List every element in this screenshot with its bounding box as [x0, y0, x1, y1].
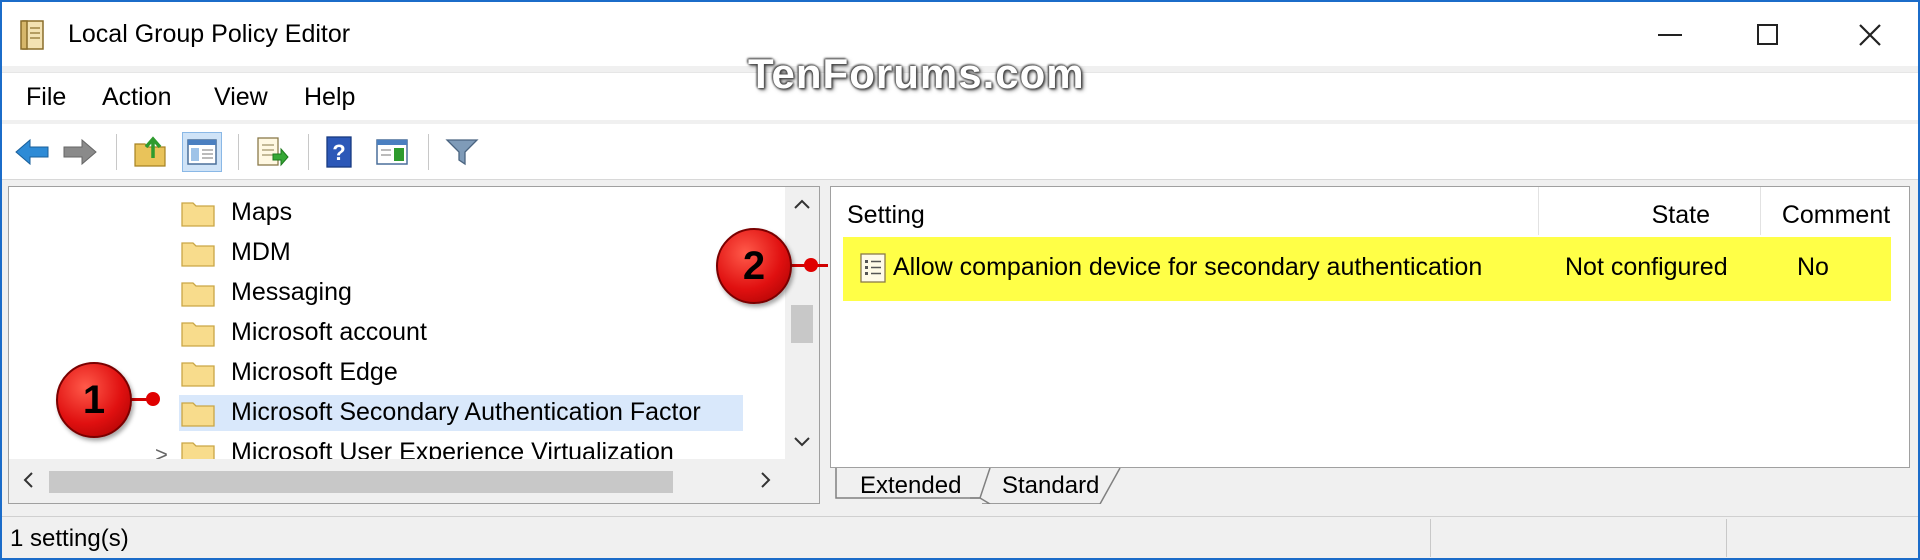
- column-header-comment[interactable]: Comment: [1761, 187, 1911, 235]
- properties-icon: [376, 139, 408, 165]
- scroll-left-icon[interactable]: [13, 465, 43, 495]
- show-hide-tree-button[interactable]: [182, 132, 222, 172]
- tab-extended[interactable]: Extended: [846, 468, 975, 504]
- help-button[interactable]: ?: [320, 132, 360, 172]
- column-header-setting[interactable]: Setting: [831, 187, 1539, 235]
- properties-button[interactable]: [372, 132, 412, 172]
- back-button[interactable]: [12, 132, 52, 172]
- scroll-down-icon[interactable]: [785, 427, 819, 457]
- folder-icon: [181, 362, 215, 387]
- scroll-right-icon[interactable]: [751, 465, 781, 495]
- close-button[interactable]: [1840, 10, 1900, 60]
- folder-icon: [181, 282, 215, 307]
- vertical-scroll-thumb[interactable]: [791, 305, 813, 343]
- tree-item-label: Maps: [231, 198, 293, 226]
- horizontal-scroll-thumb[interactable]: [49, 471, 673, 493]
- up-one-level-button[interactable]: [130, 132, 170, 172]
- setting-row[interactable]: Allow companion device for secondary aut…: [843, 237, 1891, 301]
- maximize-icon: [1757, 24, 1778, 45]
- tree-item-label: Microsoft account: [231, 318, 427, 346]
- tree-item-label: Microsoft Edge: [231, 358, 398, 386]
- menu-file[interactable]: File: [26, 83, 66, 112]
- minimize-icon: [1658, 34, 1682, 36]
- forward-button[interactable]: [60, 132, 100, 172]
- tree-item-label: MDM: [231, 238, 291, 266]
- callout-2-dot: [804, 258, 818, 272]
- status-text: 1 setting(s): [10, 525, 129, 552]
- callout-1: 1: [56, 362, 132, 438]
- tree-item-label: Messaging: [231, 278, 352, 306]
- export-list-icon: [257, 137, 289, 167]
- setting-state: Not configured: [1565, 253, 1728, 281]
- menu-help[interactable]: Help: [304, 83, 355, 112]
- menu-view[interactable]: View: [214, 83, 268, 112]
- setting-name: Allow companion device for secondary aut…: [893, 253, 1483, 281]
- tree-pane[interactable]: Maps MDM Messaging Microsoft account Mic…: [8, 186, 820, 504]
- close-icon: [1859, 24, 1881, 46]
- window-title: Local Group Policy Editor: [68, 20, 351, 48]
- watermark: TenForums.com: [748, 50, 1085, 97]
- tree-horizontal-scrollbar[interactable]: [9, 459, 785, 503]
- folder-icon: [181, 322, 215, 347]
- group-policy-app-icon: [20, 20, 44, 50]
- callout-2: 2: [716, 228, 792, 304]
- export-list-button[interactable]: [252, 132, 292, 172]
- tree-item-messaging[interactable]: Messaging: [9, 273, 789, 313]
- maximize-button[interactable]: [1738, 10, 1798, 60]
- view-tabs: Extended Standard: [830, 468, 1910, 504]
- minimize-button[interactable]: [1642, 10, 1702, 60]
- show-hide-tree-icon: [187, 139, 217, 165]
- tree-vertical-scrollbar[interactable]: [785, 187, 819, 459]
- callout-1-dot: [146, 392, 160, 406]
- setting-comment: No: [1797, 253, 1829, 281]
- folder-icon: [181, 202, 215, 227]
- main-window: Local Group Policy Editor TenForums.com …: [0, 0, 1920, 560]
- tree-item-maps[interactable]: Maps: [9, 193, 789, 233]
- tree-item-microsoft-account[interactable]: Microsoft account: [9, 313, 789, 353]
- menu-action[interactable]: Action: [102, 83, 171, 112]
- folder-icon: [181, 402, 215, 427]
- filter-button[interactable]: [442, 132, 482, 172]
- svg-text:?: ?: [332, 140, 345, 165]
- policy-setting-icon: [860, 253, 886, 283]
- tree-item-label: Microsoft Secondary Authentication Facto…: [231, 398, 701, 426]
- tab-standard[interactable]: Standard: [988, 468, 1113, 504]
- forward-arrow-icon: [63, 138, 97, 166]
- up-folder-icon: [134, 136, 166, 167]
- filter-icon: [445, 139, 479, 166]
- back-arrow-icon: [15, 138, 49, 166]
- column-header-state[interactable]: State: [1539, 187, 1761, 235]
- settings-list-pane[interactable]: Setting State Comment Allow companion de…: [830, 186, 1910, 468]
- help-icon: ?: [326, 136, 352, 168]
- status-bar: 1 setting(s): [2, 516, 1918, 558]
- toolbar: ?: [2, 124, 1918, 180]
- tree-item-mdm[interactable]: MDM: [9, 233, 789, 273]
- folder-icon: [181, 242, 215, 267]
- scroll-up-icon[interactable]: [785, 189, 819, 219]
